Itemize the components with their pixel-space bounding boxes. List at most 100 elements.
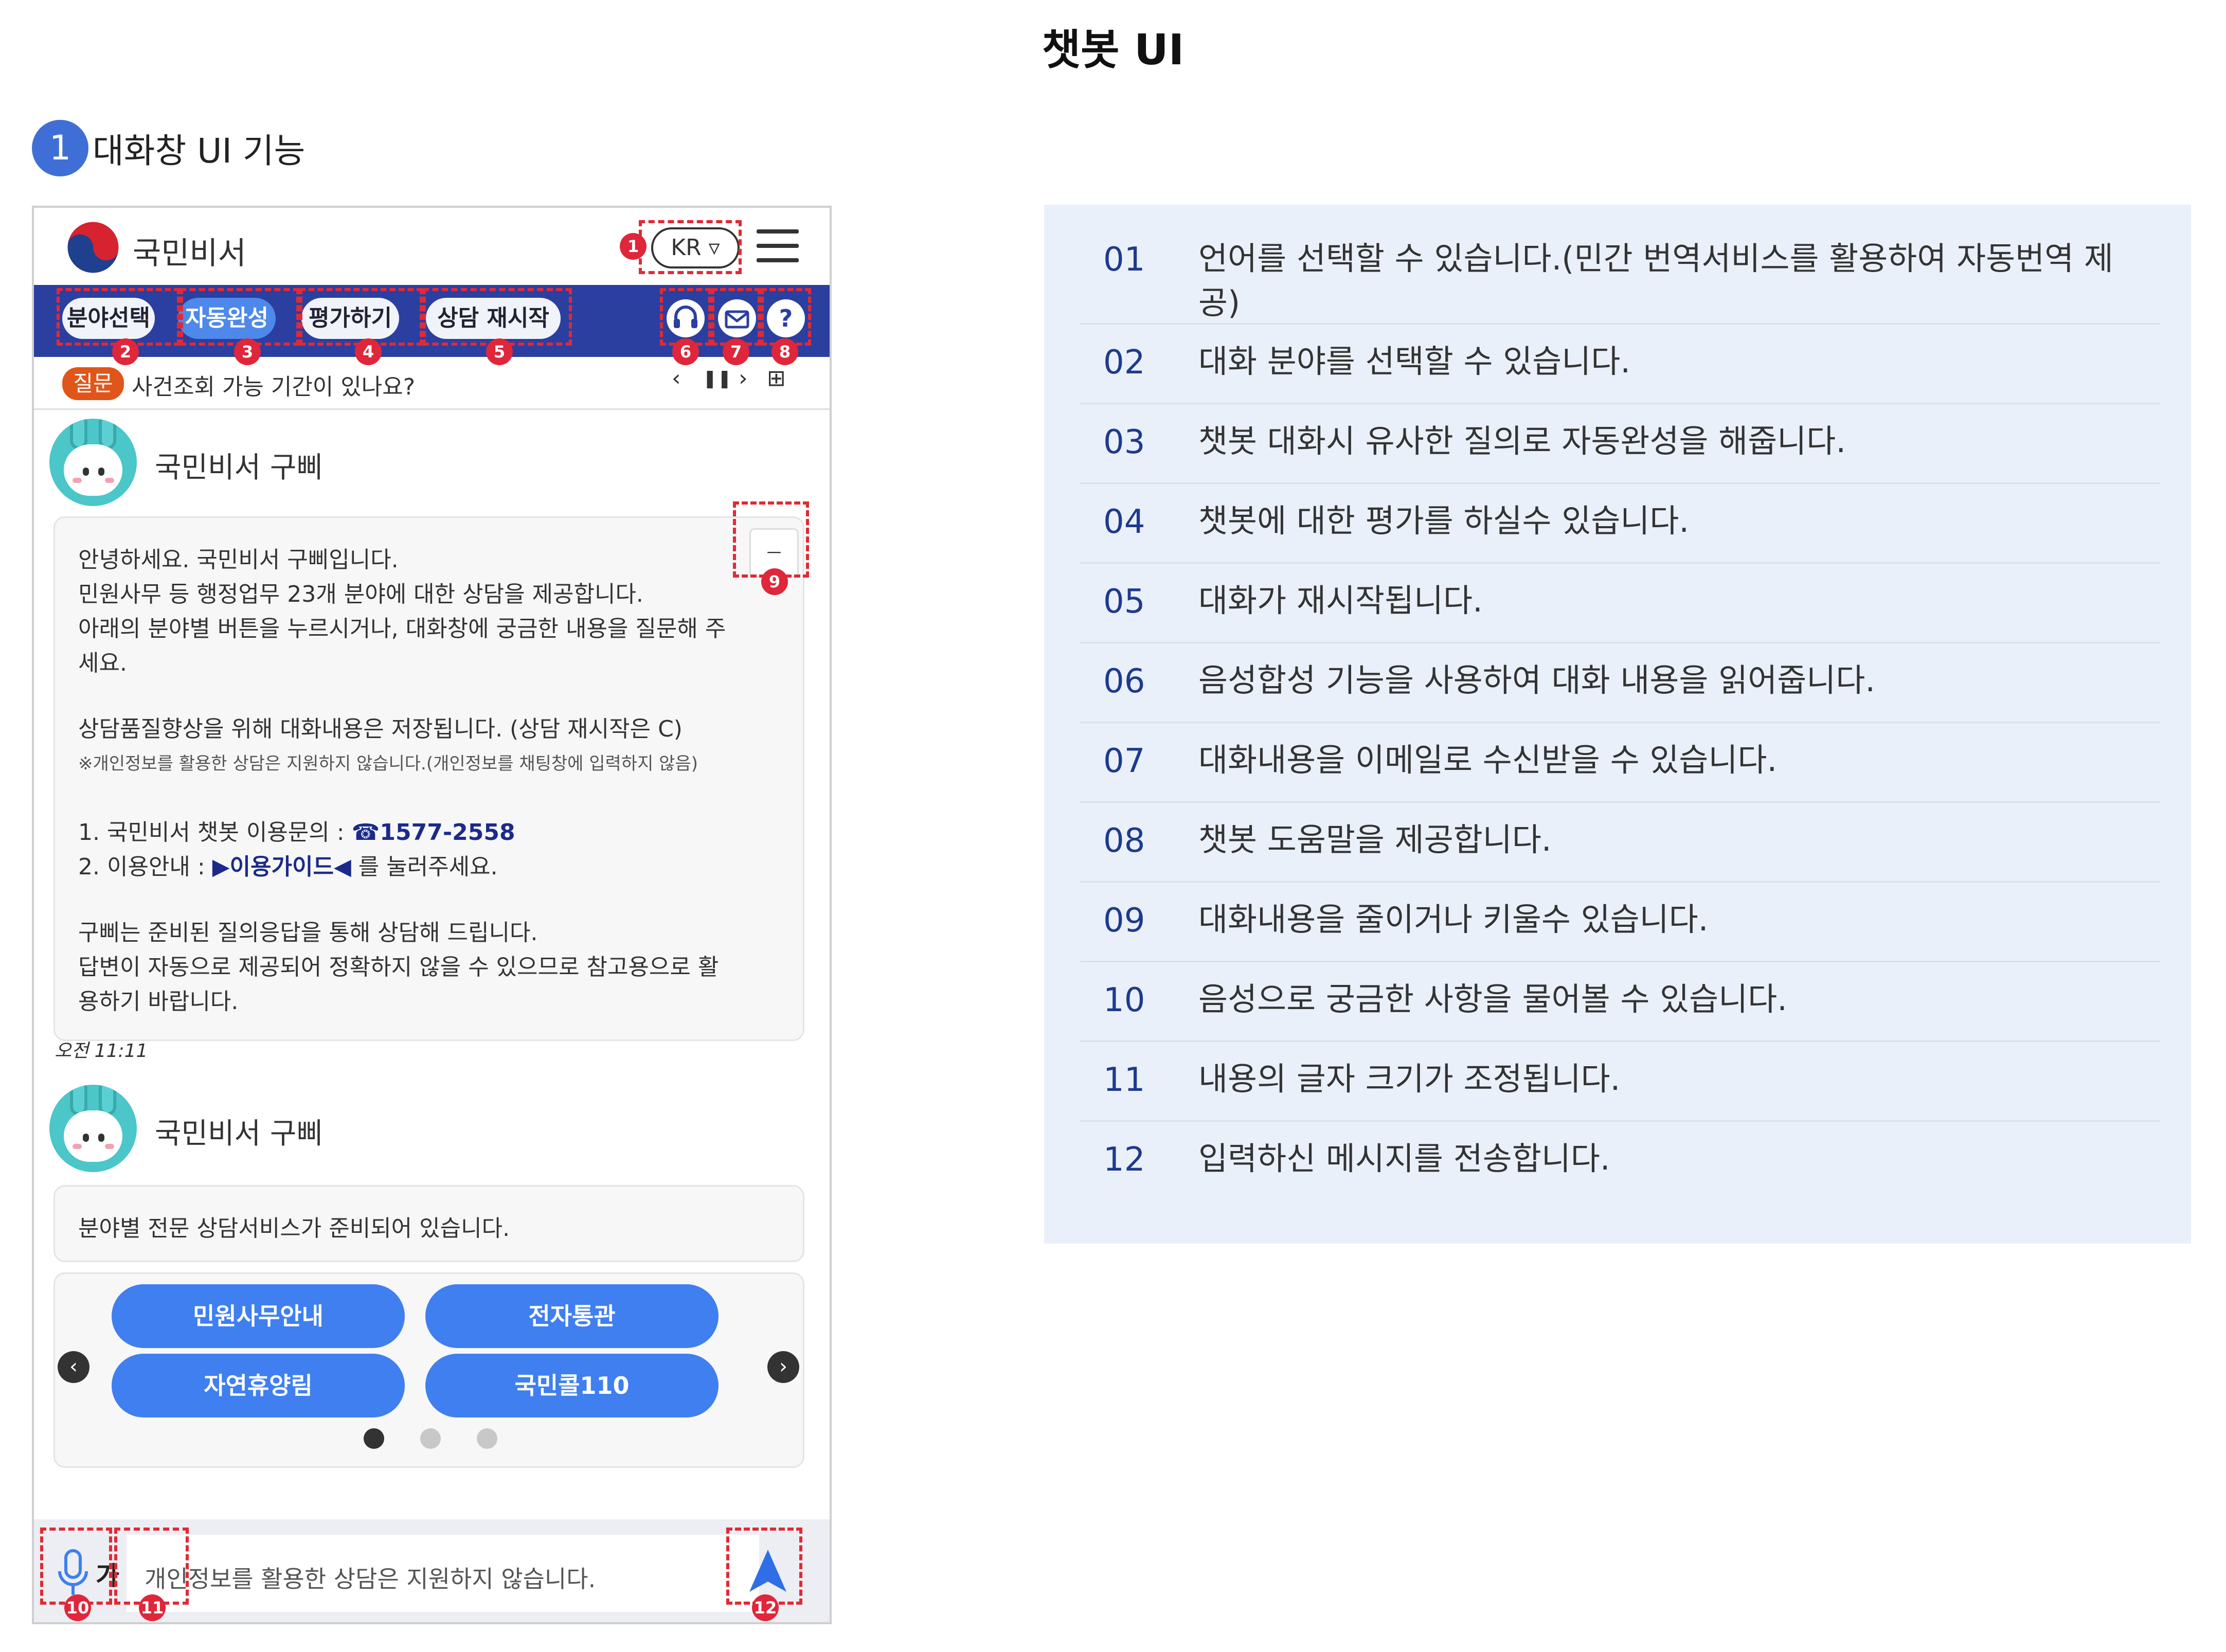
description-text: 언어를 선택할 수 있습니다.(민간 번역서비스를 활용하여 자동번역 제공)	[1198, 240, 2113, 321]
callout-box-4	[299, 288, 423, 346]
carousel-dot[interactable]	[364, 1428, 384, 1449]
service-button[interactable]: 전자통관	[425, 1284, 719, 1348]
section-number-badge: 1	[32, 120, 88, 176]
callout-number-1: 1	[620, 233, 647, 260]
callout-number-6: 6	[672, 338, 699, 365]
recent-question-bar: 질문 사건조회 가능 기간이 있나요? ‹ ❚❚ › ⊞	[34, 357, 830, 410]
callout-number-8: 8	[771, 338, 798, 365]
callout-box-11	[114, 1528, 189, 1605]
description-number: 04	[1103, 503, 1145, 541]
description-row: 10 음성으로 궁금한 사항을 물어볼 수 있습니다.	[1080, 961, 2160, 1042]
description-text: 대화내용을 줄이거나 키울수 있습니다.	[1198, 901, 1709, 938]
bot-name: 국민비서 구삐	[155, 1117, 323, 1151]
description-text: 입력하신 메시지를 전송합니다.	[1198, 1140, 1610, 1177]
bot-name: 국민비서 구삐	[155, 451, 323, 484]
description-text: 음성으로 궁금한 사항을 물어볼 수 있습니다.	[1198, 980, 1787, 1018]
carousel-prev-icon[interactable]: ‹	[58, 1351, 89, 1383]
phone-number-link[interactable]: ☎1577-2558	[352, 819, 515, 846]
callout-number-7: 7	[723, 338, 749, 365]
message-line: 민원사무 등 행정업무 23개 분야에 대한 상담을 제공합니다.	[78, 581, 643, 607]
message-line: 아래의 분야별 버튼을 누르시거나, 대화창에 궁금한 내용을 질문해 주	[78, 616, 726, 642]
callout-number-12: 12	[752, 1594, 779, 1621]
app-name: 국민비서	[133, 236, 246, 272]
carousel-dot[interactable]	[477, 1428, 497, 1449]
next-question-icon[interactable]: ›	[739, 365, 748, 391]
message-line: 1. 국민비서 챗봇 이용문의 : ☎1577-2558	[78, 819, 515, 846]
message-line: 구삐는 준비된 질의응답을 통해 상담해 드립니다.	[78, 920, 538, 946]
bot-avatar	[49, 419, 137, 506]
description-row: 12 입력하신 메시지를 전송합니다.	[1080, 1120, 2160, 1200]
message-line: 2. 이용안내 : ▶이용가이드◀ 를 눌러주세요.	[78, 854, 498, 880]
service-button[interactable]: 자연휴양림	[112, 1354, 405, 1417]
callout-box-6	[660, 288, 711, 346]
message-line: 용하기 바랍니다.	[78, 989, 239, 1015]
callout-box-12	[726, 1528, 802, 1605]
description-row: 11 내용의 글자 크기가 조정됩니다.	[1080, 1040, 2160, 1122]
description-text: 대화 분야를 선택할 수 있습니다.	[1198, 343, 1631, 380]
description-number: 03	[1103, 423, 1145, 461]
description-number: 06	[1103, 662, 1145, 701]
callout-box-10	[40, 1528, 112, 1605]
callout-box-1	[639, 220, 742, 274]
callout-number-11: 11	[139, 1594, 166, 1621]
description-row: 02 대화 분야를 선택할 수 있습니다.	[1080, 323, 2160, 404]
callout-box-3	[180, 288, 299, 346]
callout-number-5: 5	[486, 338, 513, 365]
government-logo-icon	[66, 221, 120, 274]
hamburger-menu-icon[interactable]	[757, 229, 799, 262]
carousel-dot[interactable]	[420, 1428, 441, 1449]
message-line: 세요.	[78, 650, 127, 676]
bot-message-bubble: 안녕하세요. 국민비서 구삐입니다. 민원사무 등 행정업무 23개 분야에 대…	[53, 516, 804, 1041]
message-line: 상담품질향상을 위해 대화내용은 저장됩니다. (상담 재시작은 C)	[78, 716, 683, 742]
service-button[interactable]: 민원사무안내	[112, 1284, 405, 1348]
description-row: 07 대화내용을 이메일로 수신받을 수 있습니다.	[1080, 722, 2160, 803]
callout-box-9	[733, 501, 809, 578]
message-input-placeholder: 개인정보를 활용한 상담은 지원하지 않습니다.	[145, 1565, 596, 1593]
description-row: 09 대화내용을 줄이거나 키울수 있습니다.	[1080, 881, 2160, 962]
page-title: 챗봇 UI	[1042, 26, 1184, 75]
section-title: 대화창 UI 기능	[93, 131, 306, 171]
service-carousel: ‹ 민원사무안내 전자통관 자연휴양림 국민콜110 ›	[53, 1272, 804, 1468]
description-text: 챗봇 대화시 유사한 질의로 자동완성을 해줍니다.	[1198, 422, 1846, 460]
description-text: 대화가 재시작됩니다.	[1198, 582, 1483, 619]
description-number: 12	[1103, 1141, 1145, 1179]
description-text: 대화내용을 이메일로 수신받을 수 있습니다.	[1198, 741, 1778, 779]
description-row: 01 언어를 선택할 수 있습니다.(민간 번역서비스를 활용하여 자동번역 제…	[1080, 225, 2160, 325]
prev-question-icon[interactable]: ‹	[672, 365, 681, 391]
callout-box-5	[423, 288, 572, 346]
description-number: 11	[1103, 1061, 1145, 1099]
description-number: 07	[1103, 742, 1145, 780]
description-row: 04 챗봇에 대한 평가를 하실수 있습니다.	[1080, 482, 2160, 564]
description-number: 08	[1103, 822, 1145, 860]
callout-box-7	[711, 288, 761, 346]
service-button[interactable]: 국민콜110	[425, 1354, 719, 1417]
description-row: 05 대화가 재시작됩니다.	[1080, 562, 2160, 643]
description-number: 01	[1103, 241, 1145, 279]
expand-icon[interactable]: ⊞	[767, 365, 786, 391]
bot-message-bubble: 분야별 전문 상담서비스가 준비되어 있습니다.	[53, 1185, 804, 1262]
description-number: 02	[1103, 344, 1145, 382]
description-text: 내용의 글자 크기가 조정됩니다.	[1198, 1060, 1621, 1098]
question-tag: 질문	[62, 367, 124, 400]
callout-box-2	[57, 288, 180, 346]
callout-number-9: 9	[761, 568, 788, 595]
question-text[interactable]: 사건조회 가능 기간이 있나요?	[132, 368, 415, 401]
privacy-notice: ※개인정보를 활용한 상담은 지원하지 않습니다.(개인정보를 채팅창에 입력하…	[78, 753, 698, 774]
message-line: 안녕하세요. 국민비서 구삐입니다.	[78, 547, 399, 573]
feature-description-panel: 01 언어를 선택할 수 있습니다.(민간 번역서비스를 활용하여 자동번역 제…	[1044, 205, 2191, 1244]
description-number: 05	[1103, 583, 1145, 621]
usage-guide-link[interactable]: ▶이용가이드◀	[212, 854, 351, 880]
callout-number-2: 2	[112, 338, 139, 365]
callout-number-4: 4	[355, 338, 382, 365]
message-timestamp: 오전 11:11	[55, 1040, 148, 1062]
callout-number-3: 3	[234, 338, 261, 365]
bot-avatar	[49, 1085, 137, 1172]
description-number: 10	[1103, 981, 1145, 1019]
description-text: 음성합성 기능을 사용하여 대화 내용을 읽어줍니다.	[1198, 661, 1876, 699]
description-text: 챗봇 도움말을 제공합니다.	[1198, 821, 1552, 858]
pause-icon[interactable]: ❚❚	[703, 368, 732, 389]
chatbot-phone-mockup: 국민비서 KR ▿ 분야선택 자동완성 평가하기 상담 재시작 ? 질문 사건조…	[32, 206, 832, 1624]
callout-box-8	[761, 288, 811, 346]
message-line: 답변이 자동으로 제공되어 정확하지 않을 수 있으므로 참고용으로 활	[78, 954, 719, 980]
carousel-next-icon[interactable]: ›	[767, 1351, 799, 1383]
